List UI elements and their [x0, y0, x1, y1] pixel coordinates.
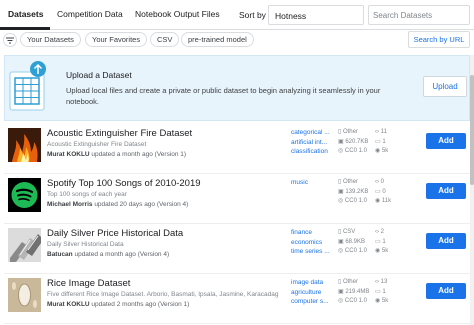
dataset-title[interactable]: Spotify Top 100 Songs of 2010-2019 [47, 178, 201, 189]
upload-title: Upload a Dataset [66, 70, 132, 80]
dataset-tag[interactable]: time series ... [291, 247, 337, 257]
top-tab-bar: Datasets Competition Data Notebook Outpu… [0, 0, 474, 30]
dataset-author[interactable]: Batucan [47, 251, 73, 258]
filter-icon[interactable] [3, 33, 17, 47]
view-count: ◉ 11k [375, 198, 392, 204]
dataset-tag[interactable]: agriculture [291, 288, 337, 298]
chip-csv[interactable]: CSV [150, 32, 180, 47]
dataset-updated: updated 2 months ago (Version 1) [89, 301, 190, 308]
view-count: ◉ 5k [375, 148, 389, 154]
dataset-tag[interactable]: economics [291, 238, 337, 248]
dataset-subtitle: Top 100 songs of each year [47, 191, 127, 198]
upload-banner: Upload a Dataset Upload local files and … [4, 55, 470, 121]
upload-description: Upload local files and create a private … [66, 86, 381, 106]
search-by-url-button[interactable]: Search by URL [408, 31, 470, 48]
dataset-title[interactable]: Rice Image Dataset [47, 278, 130, 289]
dataset-title[interactable]: Acoustic Extinguisher Fire Dataset [47, 128, 192, 139]
dataset-tags: finance economics time series ... [291, 228, 337, 257]
dataset-author[interactable]: Murat KOKLU [47, 151, 90, 158]
code-count: ‹› 2 [375, 229, 385, 235]
dataset-row[interactable]: Rice Image Dataset Five different Rice I… [4, 276, 470, 324]
dataset-counts: ‹› 13 ▭ 1 ◉ 5k [375, 278, 405, 307]
add-button[interactable]: Add [426, 233, 466, 249]
search-datasets-input[interactable]: Search Datasets [368, 5, 470, 25]
dataset-subtitle: Five different Rice Image Dataset. Arbor… [47, 291, 279, 298]
code-count: ‹› 13 [375, 279, 388, 285]
dataset-counts: ‹› 2 ▭ 1 ◉ 5k [375, 228, 405, 257]
dataset-tag[interactable]: artificial int... [291, 138, 337, 148]
dataset-title[interactable]: Daily Silver Price Historical Data [47, 228, 183, 239]
spotify-logo-icon [8, 178, 41, 212]
dataset-author[interactable]: Murat KOKLU [47, 301, 90, 308]
dataset-tags: image data agriculture computer s... [291, 278, 337, 307]
dataset-row[interactable]: Acoustic Extinguisher Fire Dataset Acous… [4, 126, 470, 174]
dataset-subtitle: Acoustic Extinguisher Fire Dataset [47, 141, 147, 148]
dataset-tag[interactable]: classification [291, 147, 337, 157]
dataset-updated: updated a month ago (Version 1) [89, 151, 187, 158]
dataset-counts: ‹› 0 ▭ 0 ◉ 11k [375, 178, 405, 207]
code-count: ‹› 11 [375, 129, 387, 135]
chip-pretrained-model[interactable]: pre-trained model [181, 32, 254, 47]
scrollbar[interactable] [470, 55, 474, 325]
dataset-row[interactable]: Spotify Top 100 Songs of 2010-2019 Top 1… [4, 176, 470, 224]
dataset-author[interactable]: Michael Morris [47, 201, 93, 208]
dataset-tags: categorical ... artificial int... classi… [291, 128, 337, 157]
discussion-count: ▭ 1 [375, 138, 386, 145]
sort-select[interactable]: Hotness [268, 5, 364, 25]
dataset-meta: Michael Morris updated 20 days ago (Vers… [47, 201, 188, 208]
add-button[interactable]: Add [426, 133, 466, 149]
code-count: ‹› 0 [375, 179, 385, 185]
discussion-count: ▭ 1 [375, 238, 386, 245]
add-button[interactable]: Add [426, 283, 466, 299]
dataset-thumbnail-fire [8, 128, 41, 162]
dataset-tag[interactable]: image data [291, 278, 337, 288]
sort-by-label: Sort by [239, 10, 266, 20]
dataset-meta: Batucan updated a month ago (Version 4) [47, 251, 169, 258]
view-count: ◉ 5k [375, 298, 389, 304]
filter-row: Your Datasets Your Favorites CSV pre-tra… [0, 30, 474, 52]
dataset-subtitle: Daily Silver Historical Data [47, 241, 124, 248]
discussion-count: ▭ 0 [375, 188, 386, 195]
tab-notebook-output-files[interactable]: Notebook Output Files [135, 9, 220, 19]
scrollbar-thumb[interactable] [470, 75, 474, 185]
dataset-tag[interactable]: computer s... [291, 297, 337, 307]
discussion-count: ▭ 1 [375, 288, 386, 295]
dataset-row[interactable]: Daily Silver Price Historical Data Daily… [4, 226, 470, 274]
dataset-thumbnail-rice [8, 278, 41, 312]
view-count: ◉ 5k [375, 248, 389, 254]
add-button[interactable]: Add [426, 183, 466, 199]
dataset-updated: updated a month ago (Version 4) [72, 251, 170, 258]
upload-button[interactable]: Upload [423, 76, 467, 97]
tab-competition-data[interactable]: Competition Data [57, 9, 123, 19]
dataset-meta: Murat KOKLU updated 2 months ago (Versio… [47, 301, 189, 308]
dataset-thumbnail-silver-bars [8, 228, 41, 262]
dataset-tag[interactable]: music [291, 178, 337, 188]
chip-your-favorites[interactable]: Your Favorites [85, 32, 148, 47]
chip-your-datasets[interactable]: Your Datasets [20, 32, 81, 47]
dataset-meta: Murat KOKLU updated a month ago (Version… [47, 151, 186, 158]
dataset-tags: music [291, 178, 337, 188]
dataset-tag[interactable]: finance [291, 228, 337, 238]
dataset-counts: ‹› 11 ▭ 1 ◉ 5k [375, 128, 405, 157]
dataset-updated: updated 20 days ago (Version 4) [92, 201, 189, 208]
dataset-tag[interactable]: categorical ... [291, 128, 337, 138]
upload-dataset-icon [8, 60, 46, 112]
tab-datasets[interactable]: Datasets [8, 9, 43, 19]
